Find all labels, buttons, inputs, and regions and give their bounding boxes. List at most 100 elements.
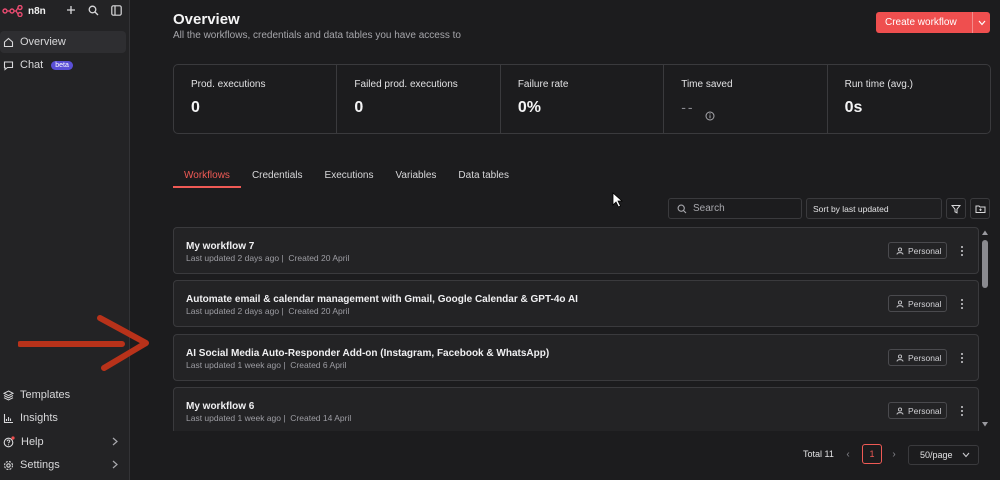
sidebar-item-label: Help [21,436,44,448]
stat-run-time[interactable]: Run time (avg.) 0s [828,65,990,133]
workflow-card[interactable]: My workflow 7 Last updated 2 days ago | … [173,227,979,274]
tab-executions[interactable]: Executions [314,170,385,188]
prev-page-icon[interactable]: ‹ [843,448,853,460]
sidebar-item-insights[interactable]: Insights [0,407,126,429]
sidebar-item-templates[interactable]: Templates [0,384,126,406]
scrollbar-thumb[interactable] [982,240,988,288]
stat-label: Time saved [681,79,733,90]
workflow-card[interactable]: AI Social Media Auto-Responder Add-on (I… [173,334,979,381]
next-page-icon[interactable]: › [889,448,899,460]
page-size-select[interactable]: 50/page [908,445,979,465]
owner-badge: Personal [888,349,947,366]
sidebar-item-label: Templates [20,389,71,401]
owner-badge: Personal [888,402,947,419]
create-workflow-button[interactable]: Create workflow [876,12,990,33]
filter-icon [951,204,961,214]
sidebar-item-overview[interactable]: Overview [0,31,126,53]
stat-label: Failed prod. executions [354,79,458,90]
create-workflow-label: Create workflow [885,17,957,28]
page-number[interactable]: 1 [862,444,882,464]
more-actions-icon[interactable] [958,404,966,418]
workflow-meta: Last updated 1 week ago | Created 6 Apri… [186,360,347,370]
scroll-down-icon[interactable] [981,421,989,428]
owner-label: Personal [908,245,942,256]
list-scrollbar[interactable] [981,229,989,429]
owner-badge: Personal [888,242,947,259]
workflow-created: Created 20 April [288,306,350,316]
chevron-right-icon [112,460,118,469]
tab-data-tables[interactable]: Data tables [447,170,520,188]
more-actions-icon[interactable] [958,297,966,311]
gear-icon [3,460,14,470]
search-placeholder: Search [693,203,725,214]
stat-time-saved[interactable]: Time saved -- [664,65,828,133]
stat-value: -- [681,99,695,115]
sidebar-item-label: Settings [20,459,60,471]
stat-value: 0 [354,99,364,116]
sidebar-item-label: Insights [20,412,58,424]
new-folder-button[interactable] [970,198,990,219]
more-actions-icon[interactable] [958,244,966,258]
stat-failed-prod-executions[interactable]: Failed prod. executions 0 [337,65,501,133]
user-icon [896,353,904,362]
stat-label: Prod. executions [191,79,266,90]
stat-label: Run time (avg.) [844,79,913,90]
chevron-down-icon [962,452,970,458]
stat-label: Failure rate [517,79,569,90]
owner-label: Personal [908,352,942,363]
workflow-card[interactable]: My workflow 6 Last updated 1 week ago | … [173,387,979,431]
workflow-updated: Last updated 1 week ago [186,413,281,423]
filter-button[interactable] [946,198,966,219]
chevron-down-icon [978,20,985,25]
workflow-created: Created 20 April [288,253,350,263]
scroll-up-icon[interactable] [981,229,989,236]
toggle-sidebar-icon[interactable] [109,3,123,17]
n8n-logo-icon [2,5,23,17]
page-size-label: 50/page [920,450,953,460]
brand[interactable]: n8n [2,3,46,19]
owner-label: Personal [908,298,942,309]
stat-value: 0 [191,99,200,116]
workflow-updated: Last updated 2 days ago [186,253,280,263]
chevron-right-icon [112,437,118,446]
workflow-name[interactable]: My workflow 6 [186,401,254,412]
total-count: Total 11 [803,449,834,459]
workflow-meta: Last updated 2 days ago | Created 20 Apr… [186,306,350,316]
sidebar-item-label: Overview [20,36,66,48]
sort-select[interactable]: Sort by last updated [806,198,942,219]
search-input[interactable]: Search [668,198,802,219]
tab-workflows[interactable]: Workflows [173,170,241,188]
insights-icon [3,413,13,423]
more-actions-icon[interactable] [958,351,966,365]
owner-label: Personal [908,405,942,416]
owner-badge: Personal [888,295,947,312]
info-icon[interactable] [705,111,715,121]
tab-variables[interactable]: Variables [384,170,447,188]
workflow-name[interactable]: My workflow 7 [186,241,254,252]
workflow-created: Created 14 April [290,413,352,423]
folder-plus-icon [975,205,985,213]
search-icon[interactable] [86,3,100,17]
sidebar-item-settings[interactable]: Settings [0,454,126,476]
tab-credentials[interactable]: Credentials [241,170,314,188]
stat-value: 0s [844,99,863,116]
workflow-card[interactable]: Automate email & calendar management wit… [173,280,979,327]
user-icon [896,246,904,255]
workflow-name[interactable]: AI Social Media Auto-Responder Add-on (I… [186,348,549,359]
stat-value: 0% [517,99,541,116]
plus-icon[interactable] [64,3,78,17]
user-icon [896,406,904,415]
sidebar-item-chat[interactable]: Chat beta [0,54,126,76]
stat-prod-executions[interactable]: Prod. executions 0 [174,65,338,133]
create-workflow-dropdown[interactable] [972,12,990,33]
workflow-updated: Last updated 1 week ago [186,360,281,370]
workflow-name[interactable]: Automate email & calendar management wit… [186,294,578,305]
sidebar-item-help[interactable]: Help [0,431,126,453]
beta-badge: beta [51,60,73,70]
page-title: Overview [173,11,240,28]
workflow-meta: Last updated 2 days ago | Created 20 Apr… [186,253,350,263]
mouse-cursor-icon [612,192,623,208]
stat-failure-rate[interactable]: Failure rate 0% [501,65,665,133]
workflow-meta: Last updated 1 week ago | Created 14 Apr… [186,413,352,423]
page-subtitle: All the workflows, credentials and data … [173,30,461,41]
